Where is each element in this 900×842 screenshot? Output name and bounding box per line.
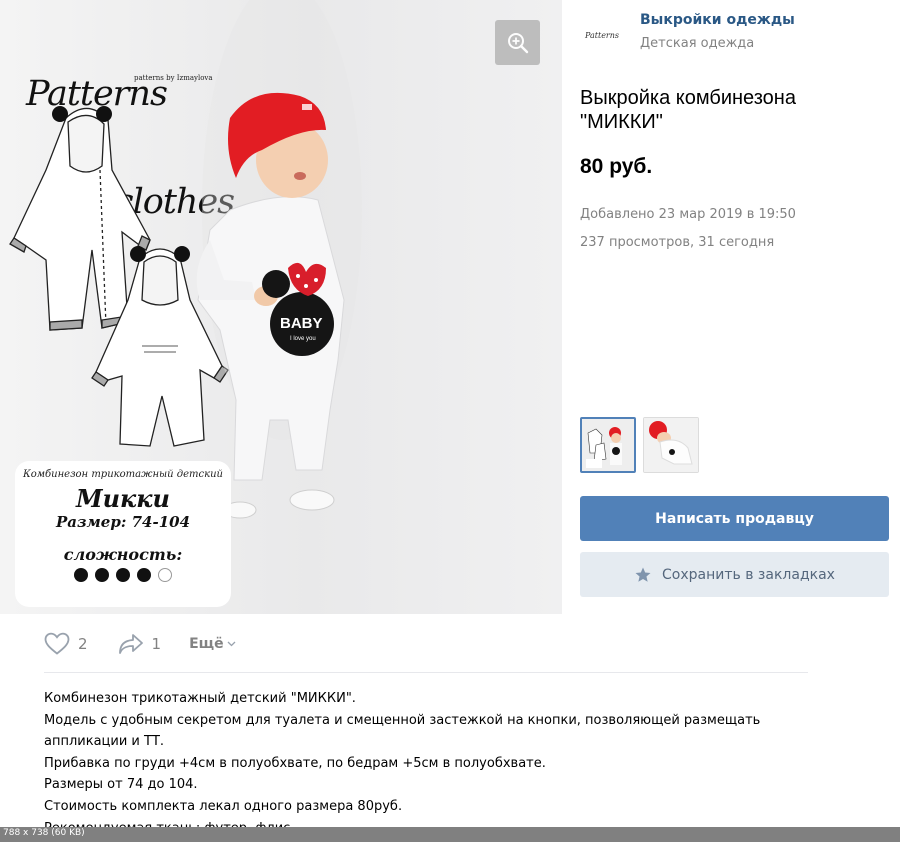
card-model-name: Микки <box>76 484 170 513</box>
baby-print-subtext: I love you <box>290 336 316 342</box>
thumbnail-2[interactable] <box>643 417 699 473</box>
card-size: Размер: 74-104 <box>55 513 191 531</box>
zoom-button[interactable] <box>495 20 540 65</box>
baby-print-text: BABY <box>280 315 323 332</box>
more-menu-button[interactable]: Ещё <box>189 636 236 652</box>
like-button[interactable]: 2 <box>44 632 88 656</box>
zoom-in-icon <box>507 32 528 53</box>
description-line: Стоимость комплекта лекал одного размера… <box>44 798 403 814</box>
seller-category: Детская одежда <box>640 36 755 51</box>
difficulty-dot-filled <box>137 568 151 582</box>
thumbnail-1[interactable] <box>580 417 636 473</box>
difficulty-dot-filled <box>74 568 88 582</box>
chevron-down-icon <box>227 641 236 647</box>
like-count: 2 <box>78 635 88 653</box>
description-line: Размеры от 74 до 104. <box>44 777 198 793</box>
product-photo[interactable]: Patterns clothes patterns by Izmaylova B… <box>0 0 562 614</box>
share-arrow-icon <box>118 634 143 654</box>
difficulty-rating <box>15 568 231 582</box>
section-divider <box>44 672 808 673</box>
description-line: Модель с удобным секретом для туалета и … <box>44 712 761 728</box>
thumbnail-2-image <box>644 418 698 472</box>
save-bookmark-label: Сохранить в закладках <box>662 566 835 583</box>
star-icon <box>635 567 651 582</box>
seller-avatar[interactable]: Patterns <box>581 14 623 56</box>
card-description: Комбинезон трикотажный детский <box>22 469 223 480</box>
child-figure: BABY I love you <box>196 0 362 519</box>
pattern-info-card: Комбинезон трикотажный детский Микки Раз… <box>15 461 231 607</box>
difficulty-dot-filled <box>116 568 130 582</box>
share-button[interactable]: 1 <box>118 633 162 655</box>
description-line: Прибавка по груди +4см в полуобхвате, по… <box>44 755 546 771</box>
difficulty-dot-filled <box>95 568 109 582</box>
card-difficulty-label: сложность: <box>63 545 183 564</box>
description-line: аппликации и ТТ. <box>44 734 165 750</box>
product-description: Комбинезон трикотажный детский "МИККИ". … <box>44 688 824 839</box>
view-count: 237 просмотров, 31 сегодня <box>580 235 775 250</box>
save-bookmark-button[interactable]: Сохранить в закладках <box>580 552 889 597</box>
share-count: 1 <box>151 635 162 653</box>
action-bar: 2 1 Ещё <box>44 630 236 658</box>
product-title: Выкройка комбинезона "МИККИ" <box>580 87 796 133</box>
seller-name-link[interactable]: Выкройки одежды <box>640 12 795 28</box>
description-line: Комбинезон трикотажный детский "МИККИ". <box>44 691 356 706</box>
image-info-text: 788 x 738 (60 KB) <box>3 828 85 838</box>
message-seller-button[interactable]: Написать продавцу <box>580 496 889 541</box>
image-info-bar: 788 x 738 (60 KB) <box>0 827 900 842</box>
added-date: Добавлено 23 мар 2019 в 19:50 <box>580 207 796 222</box>
heart-icon <box>44 632 70 655</box>
thumbnail-1-image <box>582 419 634 471</box>
difficulty-dot-empty <box>158 568 172 582</box>
product-price: 80 руб. <box>580 155 653 178</box>
